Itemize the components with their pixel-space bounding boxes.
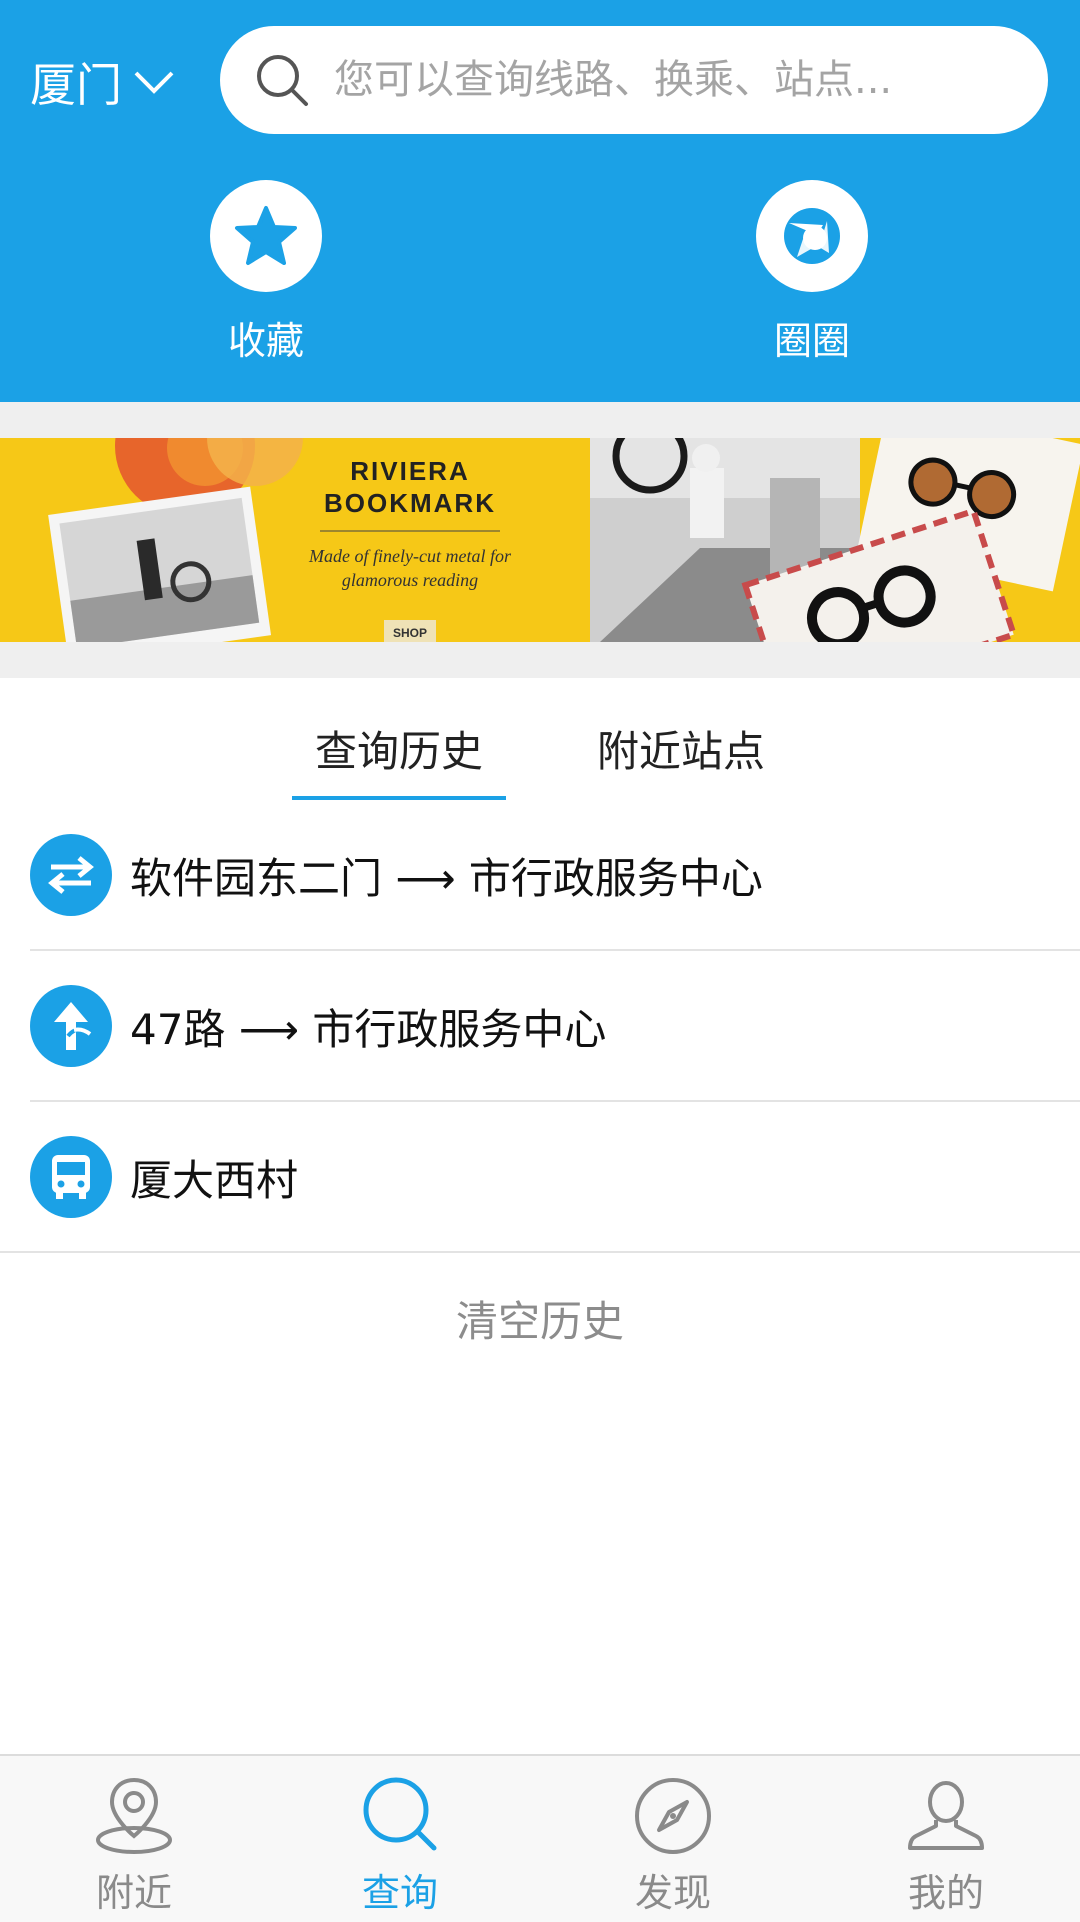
city-selector[interactable]: 厦门 [30, 50, 174, 114]
compass-icon [631, 1774, 715, 1862]
tab-history[interactable]: 查询历史 [292, 718, 506, 779]
nav-discover-label: 发现 [634, 1871, 711, 1915]
promo-banner[interactable]: RIVIERA BOOKMARK Made of finely-cut meta… [0, 438, 1080, 642]
city-name: 厦门 [30, 58, 122, 112]
history-item-text: 47路 ⟶ 市行政服务中心 [130, 1004, 607, 1054]
location-pin-icon [92, 1774, 176, 1862]
person-icon [904, 1774, 988, 1862]
bottom-nav: 附近 查询 发现 我的 [0, 1754, 1080, 1922]
favorites-button[interactable]: 收藏 [166, 180, 366, 365]
nav-mine[interactable]: 我的 [856, 1774, 1036, 1917]
tab-nearby-stations[interactable]: 附近站点 [574, 718, 788, 779]
nav-search[interactable]: 查询 [310, 1774, 490, 1917]
chevron-down-icon [134, 70, 174, 94]
banner-top-gap [0, 402, 1080, 438]
app-header: 厦门 收藏 [0, 0, 1080, 402]
banner-shop: SHOP [393, 626, 427, 640]
route-icon [30, 985, 112, 1067]
banner-subtitle-1: Made of finely-cut metal for [308, 546, 512, 566]
star-icon [210, 180, 322, 292]
nav-nearby[interactable]: 附近 [44, 1774, 224, 1917]
banner-bottom-gap [0, 642, 1080, 678]
history-item-text: 软件园东二门 ⟶ 市行政服务中心 [130, 853, 763, 903]
history-item[interactable]: 厦大西村 [0, 1102, 1080, 1252]
circle-ring-icon [756, 180, 868, 292]
circle-button[interactable]: 圈圈 [712, 180, 912, 365]
banner-subtitle-2: glamorous reading [342, 570, 478, 590]
search-input[interactable] [332, 56, 1016, 104]
banner-title-1: RIVIERA [350, 456, 469, 486]
circle-label: 圈圈 [773, 319, 850, 363]
divider [0, 1251, 1080, 1253]
history-item[interactable]: 47路 ⟶ 市行政服务中心 [0, 951, 1080, 1101]
transfer-icon [30, 834, 112, 916]
nav-mine-label: 我的 [907, 1871, 984, 1915]
search-bar[interactable] [220, 26, 1048, 134]
history-item-text: 厦大西村 [130, 1155, 299, 1205]
history-item[interactable]: 软件园东二门 ⟶ 市行政服务中心 [0, 800, 1080, 950]
nav-search-label: 查询 [361, 1871, 438, 1915]
clear-history-button[interactable]: 清空历史 [0, 1288, 1080, 1349]
favorites-label: 收藏 [227, 319, 304, 363]
search-icon [358, 1774, 442, 1862]
search-icon [254, 52, 310, 108]
banner-title-2: BOOKMARK [324, 488, 496, 518]
bus-icon [30, 1136, 112, 1218]
nav-discover[interactable]: 发现 [583, 1774, 763, 1917]
nav-nearby-label: 附近 [95, 1871, 172, 1915]
